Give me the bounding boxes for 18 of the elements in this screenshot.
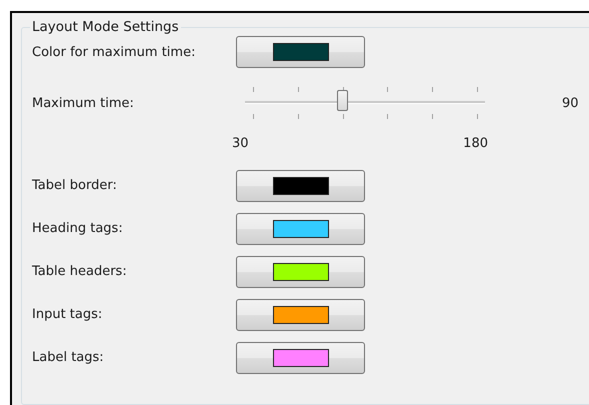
scale-min-label: 30 bbox=[232, 136, 249, 151]
color-picker-button[interactable] bbox=[236, 36, 365, 68]
field-label: Heading tags: bbox=[32, 221, 124, 236]
field-label: Label tags: bbox=[32, 350, 105, 365]
color-picker-button[interactable] bbox=[236, 342, 365, 374]
group-title: Layout Mode Settings bbox=[31, 19, 180, 35]
field-label: Input tags: bbox=[32, 307, 104, 322]
scale-max-label: 180 bbox=[463, 136, 488, 151]
field-label: Maximum time: bbox=[32, 96, 135, 110]
slider-thumb[interactable] bbox=[337, 90, 348, 110]
field-label: Color for maximum time: bbox=[32, 44, 196, 60]
color-picker-button[interactable] bbox=[236, 170, 365, 202]
field-label: Tabel border: bbox=[32, 178, 118, 193]
color-picker-button[interactable] bbox=[236, 256, 365, 288]
field-label: Table headers: bbox=[32, 264, 128, 279]
color-picker-button[interactable] bbox=[236, 298, 365, 330]
slider-value: 90 bbox=[562, 96, 579, 110]
color-picker-button[interactable] bbox=[236, 212, 365, 244]
